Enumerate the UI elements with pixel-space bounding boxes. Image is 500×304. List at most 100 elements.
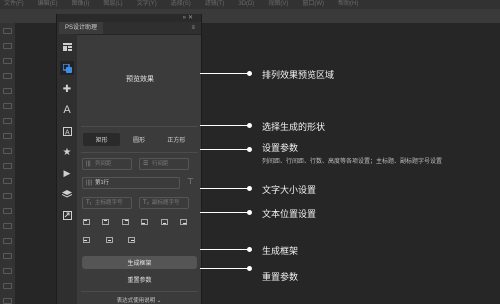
reset-params-button[interactable]: 重置参数	[82, 273, 197, 286]
blur-tool-icon[interactable]	[3, 208, 12, 214]
menu-item[interactable]: 视图(V)	[268, 0, 288, 9]
callout-dot	[247, 266, 252, 271]
callout-line	[200, 249, 250, 250]
callout-dot	[247, 210, 252, 215]
shape-circle-option[interactable]: 圆形	[120, 133, 157, 146]
callout-dot	[247, 147, 252, 152]
menu-item[interactable]: 图像(I)	[72, 0, 90, 9]
menu-item[interactable]: 帮助(H)	[338, 0, 358, 9]
shape-select-annotation: 选择生成的形状	[262, 122, 326, 132]
subtitle-size-input[interactable]: T₂ 副标题字号	[139, 197, 189, 209]
quick-select-tool-icon[interactable]	[3, 73, 12, 79]
col-gap-input[interactable]: ||| 列间距	[82, 158, 132, 170]
healing-tool-icon[interactable]	[3, 118, 12, 124]
font-size-annotation: 文字大小设置	[262, 185, 317, 195]
panel-top-bar: »✕	[57, 14, 201, 22]
position-bottom-left-icon[interactable]	[141, 219, 149, 225]
position-top-center-icon[interactable]	[102, 219, 110, 225]
export-icon[interactable]	[60, 208, 74, 222]
shape-tool-icon[interactable]	[3, 283, 12, 289]
row-count-input[interactable]: |||| 第1行	[82, 177, 180, 189]
shape-rect-option[interactable]: 矩形	[83, 133, 121, 146]
puzzle-icon[interactable]: ✚	[60, 82, 74, 96]
callout-line	[200, 188, 250, 189]
subtitle-size-icon: T₂	[143, 200, 149, 206]
pen-tool-icon[interactable]	[3, 238, 12, 244]
callout-line	[200, 73, 250, 74]
col-gap-icon: |||	[86, 161, 91, 167]
menu-item[interactable]: 图层(L)	[103, 0, 122, 9]
menu-bar: 文件(F) 编辑(E) 图像(I) 图层(L) 文字(Y) 选择(S) 滤镜(T) 3D(D)…	[0, 0, 500, 9]
menu-item[interactable]: 滤镜(T)	[205, 0, 225, 9]
eyedropper-tool-icon[interactable]	[3, 103, 12, 109]
position-middle-left-icon[interactable]	[83, 237, 90, 243]
marquee-tool-icon[interactable]	[3, 43, 12, 49]
reset-annotation: 重置参数	[262, 272, 299, 282]
panel-menu-icon[interactable]: ≡	[191, 25, 195, 31]
callout-dot	[247, 186, 252, 191]
divider	[81, 152, 198, 153]
text-position-row-2	[83, 237, 135, 243]
star-icon[interactable]: ★	[60, 145, 74, 159]
hand-tool-icon[interactable]	[3, 298, 12, 304]
collapse-icon[interactable]: »✕	[183, 14, 195, 22]
brush-tool-icon[interactable]	[3, 133, 12, 139]
callout-line	[200, 125, 250, 126]
rows-icon: ||||	[86, 180, 93, 186]
eraser-tool-icon[interactable]	[3, 178, 12, 184]
text-icon[interactable]: A	[60, 103, 74, 117]
divider	[81, 126, 198, 127]
position-middle-right-icon[interactable]	[128, 237, 135, 243]
panel-main: 预览效果 矩形 圆形 正方形 ||| 列间距 ☰ 行间距 |||| 第1行 ⊤ T₁ 主…	[77, 34, 201, 304]
menu-item[interactable]: 编辑(E)	[38, 0, 58, 9]
preview-label: 预览效果	[126, 76, 154, 83]
preview-area-annotation: 排列效果预览区域	[262, 70, 335, 80]
layout-icon[interactable]	[60, 40, 74, 54]
text-position-annotation: 文本位置设置	[262, 209, 317, 219]
callout-dot	[247, 123, 252, 128]
callout-line	[200, 149, 250, 150]
history-brush-tool-icon[interactable]	[3, 163, 12, 169]
divider	[81, 291, 198, 292]
panel-title-tab[interactable]: PS设计助理	[59, 22, 104, 34]
callout-dot	[247, 71, 252, 76]
menu-item[interactable]: 3D(D)	[238, 0, 254, 9]
generate-annotation: 生成框架	[262, 246, 299, 256]
menu-item[interactable]: 选择(S)	[171, 0, 191, 9]
menu-item[interactable]: 文件(F)	[4, 0, 24, 9]
row-gap-input[interactable]: ☰ 行间距	[139, 158, 189, 170]
position-bottom-right-icon[interactable]	[179, 219, 187, 225]
stamp-tool-icon[interactable]	[3, 148, 12, 154]
row-gap-icon: ☰	[143, 161, 149, 167]
path-select-tool-icon[interactable]	[3, 268, 12, 274]
title-size-input[interactable]: T₁ 主标题字号	[82, 197, 132, 209]
crop-tool-icon[interactable]	[3, 88, 12, 94]
svg-text:A: A	[65, 129, 70, 136]
type-tool-icon[interactable]	[3, 253, 12, 259]
position-top-left-icon[interactable]	[83, 219, 90, 225]
move-tool-icon[interactable]	[3, 28, 12, 34]
position-top-right-icon[interactable]	[121, 219, 129, 225]
dodge-tool-icon[interactable]	[3, 223, 12, 229]
tools-panel	[0, 23, 15, 304]
menu-item[interactable]: 窗口(W)	[302, 0, 324, 9]
image-text-icon[interactable]: A	[60, 124, 74, 138]
callout-dot	[247, 247, 252, 252]
generate-frame-button[interactable]: 生成框架	[82, 256, 197, 269]
design-assistant-panel: »✕ PS设计助理 ≡ ✚ A A ★ ▶ 预览效果 矩形 圆形 正方形 |||…	[56, 14, 202, 304]
frame-generator-icon[interactable]	[60, 61, 74, 75]
callout-line	[200, 212, 250, 213]
params-annotation: 设置参数	[262, 143, 299, 153]
position-bottom-center-icon[interactable]	[160, 219, 168, 225]
shape-square-option[interactable]: 正方形	[158, 133, 195, 146]
play-icon[interactable]: ▶	[60, 166, 74, 180]
position-middle-center-icon[interactable]	[105, 237, 113, 243]
layers-icon[interactable]	[60, 187, 74, 201]
lasso-tool-icon[interactable]	[3, 58, 12, 64]
height-icon[interactable]: ⊤	[187, 177, 194, 186]
menu-item[interactable]: 文字(Y)	[137, 0, 157, 9]
text-position-row-1	[83, 219, 187, 225]
expression-help-link[interactable]: 表达式使用说明 ⌄	[81, 296, 197, 304]
gradient-tool-icon[interactable]	[3, 193, 12, 199]
params-description: 列间距、行间距、行数、高度等各项设置；主标题、副标题字号设置	[262, 159, 443, 165]
